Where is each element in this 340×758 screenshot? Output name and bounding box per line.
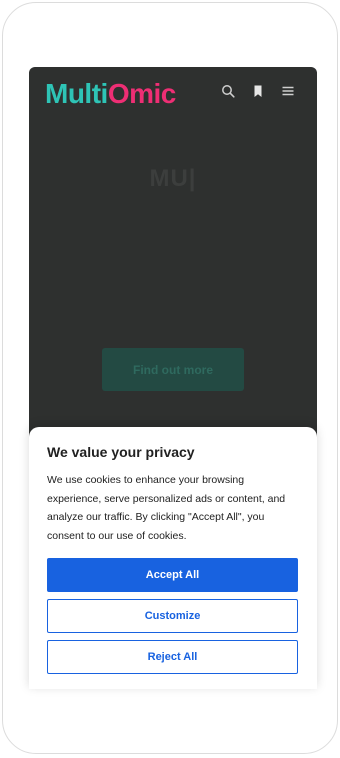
find-out-more-button[interactable]: Find out more (102, 348, 244, 391)
search-icon[interactable] (221, 84, 235, 98)
consent-title: We value your privacy (47, 444, 195, 460)
reject-all-button[interactable]: Reject All (47, 640, 298, 674)
logo-text-multi: Multi (45, 78, 108, 109)
cookie-consent-banner: We value your privacy We use cookies to … (29, 427, 317, 689)
menu-icon[interactable] (281, 84, 295, 98)
header-icons (221, 84, 295, 98)
site-logo[interactable]: MultiOmic (45, 78, 176, 110)
bookmark-icon[interactable] (251, 84, 265, 98)
consent-body: We use cookies to enhance your browsing … (47, 474, 286, 542)
accept-all-button[interactable]: Accept All (47, 558, 298, 592)
customize-button[interactable]: Customize (47, 599, 298, 633)
hero-title: MU| (149, 165, 197, 192)
logo-text-omic: Omic (107, 78, 177, 109)
site-header: MultiOmic (29, 67, 317, 121)
